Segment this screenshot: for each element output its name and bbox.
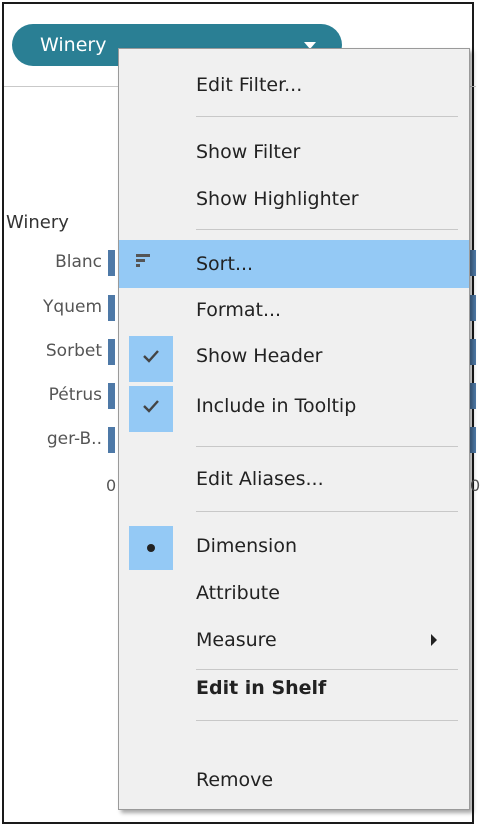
sort-icon (136, 254, 150, 267)
menu-item-sort[interactable]: Sort... (119, 240, 469, 288)
row-bar[interactable] (108, 339, 115, 365)
menu-item-edit-in-shelf[interactable]: Edit in Shelf (119, 668, 469, 708)
menu-separator (196, 229, 458, 230)
row-label[interactable]: Pétrus (4, 385, 102, 405)
menu-separator (196, 446, 458, 447)
menu-item-label: Format... (196, 299, 282, 321)
submenu-arrow-icon (431, 634, 437, 646)
menu-item-edit-filter[interactable]: Edit Filter... (119, 65, 469, 105)
menu-separator (196, 720, 458, 721)
menu-item-label: Sort... (196, 253, 254, 275)
menu-item-label: Show Header (196, 345, 323, 367)
row-label[interactable]: ger-B.. (4, 429, 102, 449)
row-bar-end[interactable] (470, 383, 476, 409)
pill-label: Winery (40, 34, 107, 56)
menu-item-label: Remove (196, 769, 274, 791)
menu-item-label: Attribute (196, 582, 280, 604)
axis-tick: 0 (106, 476, 117, 495)
row-label[interactable]: Blanc (4, 252, 102, 272)
menu-separator (196, 116, 458, 117)
menu-item-format[interactable]: Format... (119, 290, 469, 330)
menu-item-label: Show Filter (196, 141, 301, 163)
checkmark-icon (143, 350, 159, 363)
context-menu: Edit Filter... Show Filter Show Highligh… (118, 48, 470, 810)
menu-item-show-header[interactable]: Show Header (119, 336, 469, 382)
menu-item-edit-aliases[interactable]: Edit Aliases... (119, 459, 469, 499)
axis-tick: 0 (470, 476, 480, 495)
checkmark-icon (143, 400, 159, 413)
menu-item-label: Dimension (196, 535, 297, 557)
menu-item-include-in-tooltip[interactable]: Include in Tooltip (119, 386, 469, 432)
menu-item-label: Edit Filter... (196, 74, 303, 96)
row-bar-end[interactable] (470, 339, 476, 365)
menu-item-label: Measure (196, 629, 277, 651)
menu-separator (196, 511, 458, 512)
row-label[interactable]: Yquem (4, 297, 102, 317)
menu-item-label: Edit Aliases... (196, 468, 324, 490)
selected-indicator (129, 526, 173, 570)
menu-item-show-filter[interactable]: Show Filter (119, 132, 469, 172)
checked-indicator (129, 386, 173, 432)
row-bar[interactable] (108, 250, 115, 276)
row-bar[interactable] (108, 295, 115, 321)
menu-item-remove[interactable]: Remove (119, 760, 469, 800)
row-bar-end[interactable] (470, 295, 476, 321)
row-label[interactable]: Sorbet (4, 341, 102, 361)
menu-item-label: Edit in Shelf (196, 677, 327, 699)
row-bar-end[interactable] (470, 250, 476, 276)
menu-item-measure[interactable]: Measure (119, 620, 469, 660)
menu-item-label: Include in Tooltip (196, 395, 357, 417)
row-header-title: Winery (6, 212, 69, 233)
menu-item-show-highlighter[interactable]: Show Highlighter (119, 179, 469, 219)
bullet-icon (147, 544, 155, 552)
menu-item-attribute[interactable]: Attribute (119, 573, 469, 613)
menu-item-dimension[interactable]: Dimension (119, 526, 469, 570)
row-bar[interactable] (108, 383, 115, 409)
row-bar[interactable] (108, 427, 115, 453)
checked-indicator (129, 336, 173, 382)
row-bar-end[interactable] (470, 427, 476, 453)
menu-item-label: Show Highlighter (196, 188, 359, 210)
